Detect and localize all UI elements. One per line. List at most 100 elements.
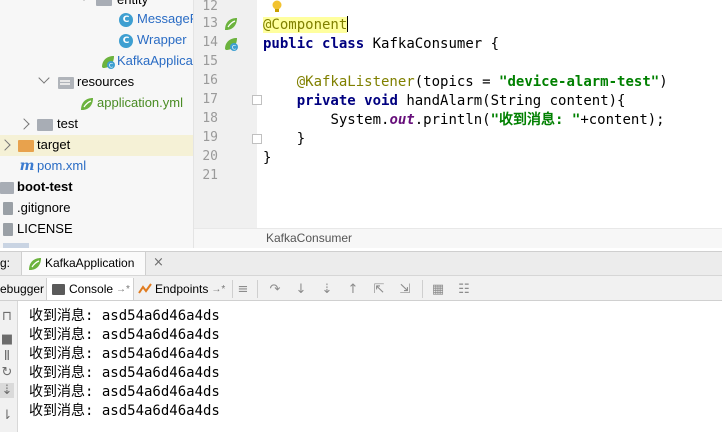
line-number: 15: [202, 54, 218, 69]
chevron-right-icon[interactable]: [18, 118, 30, 130]
tree-item-target[interactable]: target: [0, 135, 193, 156]
close-icon[interactable]: ×: [153, 255, 164, 270]
spring-bean-icon[interactable]: [223, 16, 239, 32]
file-icon: [3, 202, 13, 215]
string-token: "收到消息: ": [490, 112, 581, 128]
tree-item-label: application.yml: [97, 95, 183, 110]
stop-icon[interactable]: ■: [0, 332, 14, 347]
line-number: 14: [202, 35, 218, 50]
tree-item-application-yml[interactable]: application.yml: [0, 93, 193, 114]
code-token: }: [296, 131, 306, 147]
keyword-token: private: [296, 93, 356, 109]
step-over-icon[interactable]: ↷: [267, 281, 283, 297]
tree-item-resources[interactable]: resources: [0, 72, 193, 93]
tree-item-boot-test[interactable]: boot-test: [0, 177, 193, 198]
file-icon: [3, 243, 29, 248]
tree-item-label: test: [57, 116, 78, 131]
tab-debugger[interactable]: ebugger: [0, 278, 44, 300]
code-line-17: private void handAlarm(String content){: [263, 92, 626, 111]
chevron-right-icon[interactable]: [0, 139, 11, 151]
spring-class-icon[interactable]: C: [223, 36, 239, 52]
code-token: }: [263, 150, 272, 166]
menu-icon[interactable]: ≡: [235, 281, 251, 297]
tree-item-label: LICENSE: [17, 221, 73, 236]
tree-item-label: Wrapper: [137, 32, 187, 47]
excluded-folder-icon: [18, 140, 34, 152]
code-line-19: }: [263, 130, 305, 149]
tree-item-messagef[interactable]: C MessageF: [0, 9, 194, 30]
tree-item-test[interactable]: test: [0, 114, 193, 135]
static-field-token: out: [389, 112, 415, 128]
drop-frame-icon[interactable]: ⇱: [371, 281, 387, 297]
evaluate-icon[interactable]: ▦: [430, 281, 446, 297]
line-number: 19: [202, 130, 218, 145]
tree-item-label: target: [37, 137, 71, 152]
pin-arrow-icon: →*: [211, 283, 226, 295]
fold-icon[interactable]: [252, 95, 262, 105]
tab-endpoints[interactable]: Endpoints →*: [135, 278, 230, 300]
chevron-down-icon[interactable]: [38, 72, 50, 84]
soft-wrap-icon[interactable]: ⇂: [0, 408, 14, 423]
lightbulb-icon[interactable]: [270, 0, 284, 14]
console-line: 收到消息: asd54a6d46a4ds: [29, 384, 220, 400]
console-line: 收到消息: asd54a6d46a4ds: [29, 346, 220, 362]
tree-item-label: entity: [117, 0, 148, 7]
tab-console[interactable]: Console →*: [46, 278, 134, 300]
scroll-to-end-icon[interactable]: ⇣: [0, 383, 14, 398]
tree-item-label: KafkaApplicat: [117, 53, 194, 68]
tree-item-label: resources: [77, 74, 135, 89]
tree-item-kafkaapplication[interactable]: C KafkaApplicat: [0, 51, 194, 72]
tree-item-pom-xml[interactable]: m pom.xml: [0, 156, 193, 177]
restart-icon[interactable]: ↻: [0, 365, 14, 380]
code-token: ): [659, 74, 668, 90]
folder-icon: [37, 119, 53, 131]
code-line-14: public class KafkaConsumer {: [263, 35, 499, 54]
class-icon: C: [119, 13, 133, 27]
tab-label: Endpoints: [155, 282, 209, 296]
console-line: 收到消息: asd54a6d46a4ds: [29, 308, 220, 324]
run-label: g:: [0, 256, 11, 270]
spring-boot-icon: [27, 256, 43, 272]
console-line: 收到消息: asd54a6d46a4ds: [29, 327, 220, 343]
tree-item-wrapper[interactable]: C Wrapper: [0, 30, 193, 51]
line-number: 12: [202, 0, 218, 14]
force-step-into-icon[interactable]: ⇣: [319, 281, 335, 297]
tree-item-label: MessageF: [137, 11, 194, 26]
breadcrumb[interactable]: KafkaConsumer: [266, 231, 352, 245]
trace-icon[interactable]: ☷: [456, 281, 472, 297]
run-to-cursor-icon[interactable]: ⇲: [397, 281, 413, 297]
keyword-token: class: [322, 36, 365, 52]
console-line: 收到消息: asd54a6d46a4ds: [29, 403, 220, 419]
keyword-token: public: [263, 36, 314, 52]
code-token: System.: [330, 112, 390, 128]
step-into-icon[interactable]: ↓: [293, 281, 309, 297]
pause-icon[interactable]: Ⅱ: [0, 349, 14, 364]
maven-icon: m: [19, 158, 35, 174]
step-out-icon[interactable]: ↑: [345, 281, 361, 297]
line-number: 21: [202, 168, 218, 183]
tab-label: ebugger: [0, 282, 45, 296]
pin-arrow-icon: →*: [116, 283, 130, 295]
line-number: 16: [202, 73, 218, 88]
tree-item-gitignore[interactable]: .gitignore: [0, 198, 193, 219]
method-declaration: handAlarm(String content){: [406, 93, 626, 109]
console-line: 收到消息: asd54a6d46a4ds: [29, 365, 220, 381]
module-folder-icon: [0, 182, 14, 194]
line-number: 13: [202, 16, 218, 31]
line-number: 17: [202, 92, 218, 107]
run-config-name: KafkaApplication: [45, 256, 135, 270]
yml-file-icon: [79, 96, 95, 112]
tree-item-license[interactable]: LICENSE: [0, 219, 193, 240]
console-icon: [52, 283, 65, 295]
keyword-token: void: [364, 93, 398, 109]
svg-text:C: C: [109, 63, 113, 70]
code-token: .println(: [414, 112, 491, 128]
class-declaration: KafkaConsumer {: [372, 36, 500, 52]
fold-icon[interactable]: [252, 134, 262, 144]
code-line-18: System.out.println("收到消息: "+content);: [263, 111, 664, 130]
toolbar-divider: [232, 280, 233, 298]
svg-text:C: C: [232, 45, 236, 52]
scroll-up-icon[interactable]: ⊓: [0, 309, 14, 324]
annotation-token: @Component: [263, 17, 348, 33]
text-cursor: [347, 16, 349, 32]
